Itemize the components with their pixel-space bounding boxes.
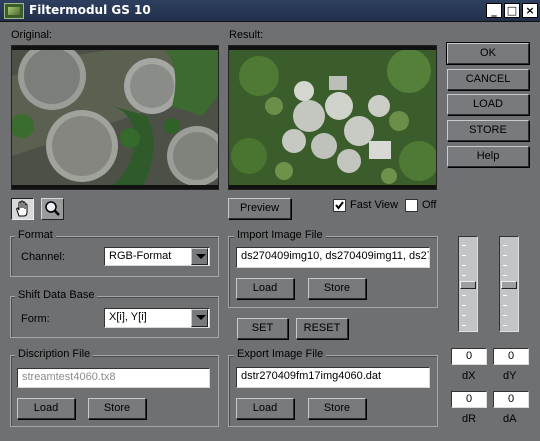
description-file-field[interactable]: streamtest4060.tx8 — [17, 368, 210, 388]
description-load-button[interactable]: Load — [17, 398, 75, 419]
dx-label: dX — [462, 370, 476, 382]
form-dropdown-button[interactable] — [191, 309, 208, 327]
off-label: Off — [422, 199, 437, 211]
slider-left-thumb[interactable] — [460, 281, 476, 289]
import-store-button[interactable]: Store — [308, 278, 366, 299]
channel-label: Channel: — [21, 251, 66, 263]
window-title: Filtermodul GS 10 — [29, 3, 151, 17]
result-label: Result: — [229, 29, 264, 41]
off-checkbox[interactable] — [405, 199, 418, 212]
original-aerial-photo — [10, 42, 227, 189]
hand-icon — [16, 200, 28, 217]
slider-right-track[interactable] — [499, 236, 519, 332]
reset-button[interactable]: RESET — [296, 318, 348, 339]
title-bar: Filtermodul GS 10 _ □ × — [0, 0, 540, 22]
app-icon — [4, 3, 24, 19]
da-label: dA — [503, 413, 517, 425]
close-button[interactable]: × — [522, 3, 538, 18]
dr-label: dR — [462, 413, 477, 425]
result-image[interactable] — [228, 45, 439, 190]
original-image[interactable] — [10, 42, 227, 190]
original-label: Original: — [11, 29, 52, 41]
ok-button[interactable]: OK — [446, 42, 530, 65]
slider-right-thumb[interactable] — [501, 281, 517, 289]
zoom-tool-button[interactable] — [41, 198, 64, 220]
description-store-button[interactable]: Store — [88, 398, 146, 419]
hand-tool-button[interactable] — [11, 198, 34, 220]
export-load-button[interactable]: Load — [236, 398, 294, 419]
channel-dropdown-button[interactable] — [191, 248, 208, 265]
export-store-button[interactable]: Store — [308, 398, 366, 419]
dy-label: dY — [503, 370, 517, 382]
store-button[interactable]: STORE — [447, 120, 529, 141]
import-file-field[interactable]: ds270409img10, ds270409img11, ds270 — [236, 247, 430, 268]
form-label: Form: — [21, 313, 50, 325]
export-file-field[interactable]: dstr270409fm17img4060.dat — [236, 367, 430, 388]
load-button[interactable]: LOAD — [447, 94, 529, 115]
import-image-file-title: Import Image File — [234, 229, 326, 241]
result-aerial-photo — [229, 46, 439, 189]
export-image-file-title: Export Image File — [234, 348, 327, 360]
dr-field[interactable]: 0 — [451, 391, 487, 408]
fast-view-checkbox[interactable] — [333, 199, 346, 212]
cancel-button[interactable]: CANCEL — [447, 69, 529, 90]
set-button[interactable]: SET — [237, 318, 288, 339]
maximize-button[interactable]: □ — [504, 3, 520, 18]
magnifier-icon — [45, 201, 60, 216]
fast-view-label: Fast View — [350, 199, 399, 211]
slider-left-track[interactable] — [458, 236, 478, 332]
shift-data-base-title: Shift Data Base — [15, 289, 98, 301]
dx-field[interactable]: 0 — [451, 348, 487, 365]
help-button[interactable]: Help — [447, 146, 529, 167]
format-group-title: Format — [15, 229, 56, 241]
import-load-button[interactable]: Load — [236, 278, 294, 299]
preview-button[interactable]: Preview — [228, 198, 291, 219]
description-file-title: Discription File — [15, 348, 94, 360]
da-field[interactable]: 0 — [493, 391, 529, 408]
checkmark-icon — [335, 201, 344, 210]
dy-field[interactable]: 0 — [493, 348, 529, 365]
minimize-button[interactable]: _ — [486, 3, 502, 18]
